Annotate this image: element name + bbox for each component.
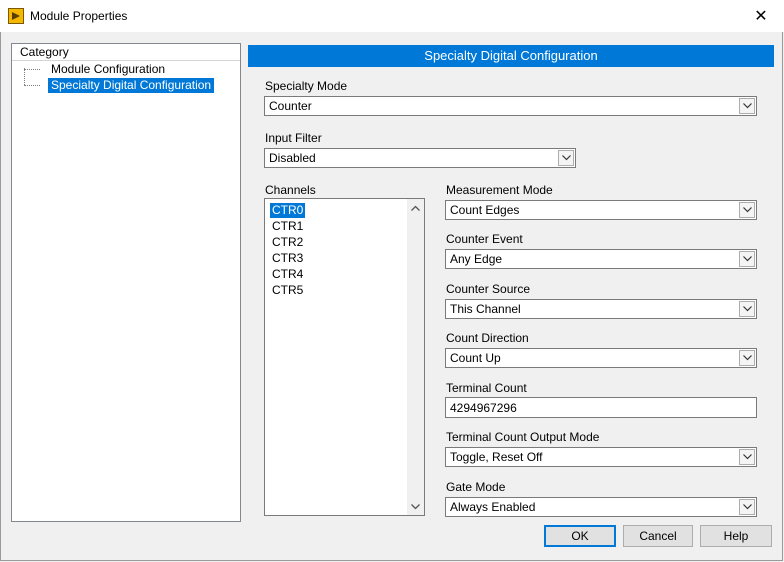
chevron-down-icon[interactable] [739, 202, 755, 218]
ok-button[interactable]: OK [544, 525, 616, 547]
chevron-down-icon[interactable] [739, 350, 755, 366]
chevron-down-icon[interactable] [739, 499, 755, 515]
chevron-down-icon[interactable] [739, 449, 755, 465]
counter-event-label: Counter Event [446, 232, 523, 246]
channels-label: Channels [265, 183, 316, 197]
scroll-down-icon[interactable] [407, 498, 424, 515]
category-header: Category [12, 44, 240, 61]
tree-connector [24, 68, 25, 85]
terminal-count-output-mode-select[interactable]: Toggle, Reset Off [445, 447, 757, 467]
terminal-count-output-mode-label: Terminal Count Output Mode [446, 430, 600, 444]
help-button[interactable]: Help [700, 525, 772, 547]
close-icon: ✕ [754, 8, 768, 25]
tree-item-specialty-digital-configuration[interactable]: Specialty Digital Configuration [48, 78, 215, 93]
counter-source-select[interactable]: This Channel [445, 299, 757, 319]
counter-event-value: Any Edge [450, 252, 503, 266]
terminal-count-label: Terminal Count [446, 381, 527, 395]
labview-app-icon [8, 8, 24, 24]
measurement-mode-value: Count Edges [450, 203, 520, 217]
specialty-mode-value: Counter [269, 99, 312, 113]
cancel-button[interactable]: Cancel [623, 525, 693, 547]
counter-source-value: This Channel [450, 302, 521, 316]
chevron-down-icon[interactable] [739, 98, 755, 114]
chevron-down-icon[interactable] [739, 301, 755, 317]
window-title: Module Properties [30, 9, 128, 23]
gate-mode-value: Always Enabled [450, 500, 536, 514]
channels-scrollbar[interactable] [407, 199, 424, 515]
terminal-count-input[interactable]: 4294967296 [445, 397, 757, 418]
tree-connector [24, 85, 40, 86]
gate-mode-select[interactable]: Always Enabled [445, 497, 757, 517]
specialty-mode-select[interactable]: Counter [264, 96, 757, 116]
close-button[interactable]: ✕ [738, 0, 784, 32]
measurement-mode-label: Measurement Mode [446, 183, 553, 197]
list-item-ctr3[interactable]: CTR3 [270, 251, 305, 266]
measurement-mode-select[interactable]: Count Edges [445, 200, 757, 220]
gate-mode-label: Gate Mode [446, 480, 506, 494]
list-item-ctr1[interactable]: CTR1 [270, 219, 305, 234]
channels-list[interactable]: CTR0 CTR1 CTR2 CTR3 CTR4 CTR5 [264, 198, 425, 516]
category-tree[interactable]: Category Module Configuration Specialty … [11, 43, 241, 522]
input-filter-label: Input Filter [265, 131, 322, 145]
list-item-ctr4[interactable]: CTR4 [270, 267, 305, 282]
terminal-count-value: 4294967296 [450, 401, 517, 415]
title-bar: Module Properties ✕ [0, 0, 784, 32]
tree-connector [24, 69, 40, 70]
scroll-up-icon[interactable] [407, 199, 424, 216]
input-filter-value: Disabled [269, 151, 316, 165]
count-direction-label: Count Direction [446, 331, 529, 345]
panel-title: Specialty Digital Configuration [248, 45, 774, 67]
counter-source-label: Counter Source [446, 282, 531, 296]
terminal-count-output-mode-value: Toggle, Reset Off [450, 450, 543, 464]
list-item-ctr0[interactable]: CTR0 [270, 203, 306, 218]
list-item-ctr5[interactable]: CTR5 [270, 283, 305, 298]
chevron-down-icon[interactable] [739, 251, 755, 267]
counter-event-select[interactable]: Any Edge [445, 249, 757, 269]
chevron-down-icon[interactable] [558, 150, 574, 166]
specialty-mode-label: Specialty Mode [265, 79, 348, 93]
count-direction-select[interactable]: Count Up [445, 348, 757, 368]
input-filter-select[interactable]: Disabled [264, 148, 576, 168]
list-item-ctr2[interactable]: CTR2 [270, 235, 305, 250]
count-direction-value: Count Up [450, 351, 501, 365]
tree-item-module-configuration[interactable]: Module Configuration [48, 62, 168, 77]
